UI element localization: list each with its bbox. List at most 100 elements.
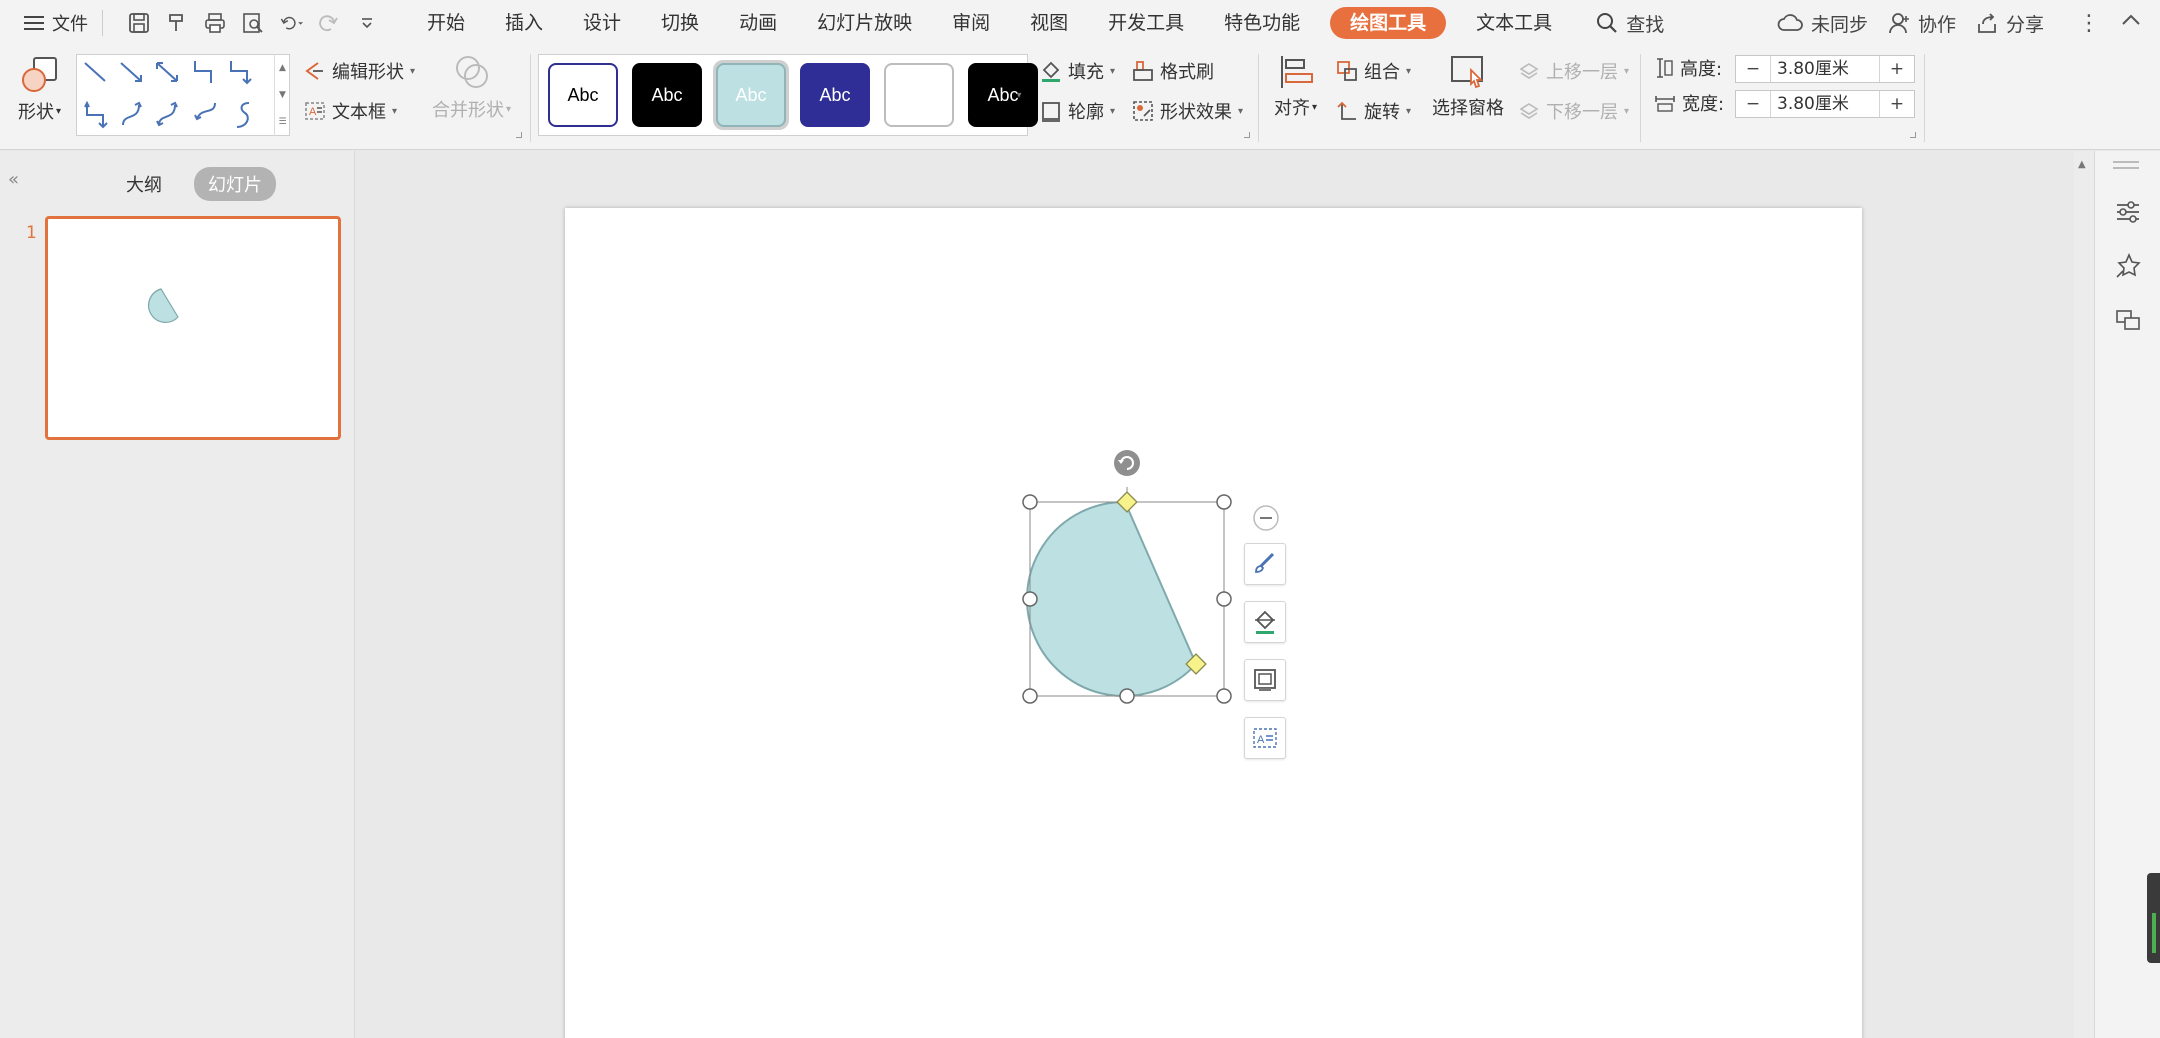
style-gallery-expand-icon[interactable]: ▾ <box>1010 54 1028 136</box>
shape-effect-button[interactable]: 形状效果 ▾ <box>1132 98 1243 124</box>
share-icon <box>1978 13 1996 33</box>
customize-dropdown-icon[interactable] <box>355 11 379 35</box>
line-shapes-gallery[interactable] <box>76 54 290 136</box>
redo-icon[interactable] <box>317 11 341 35</box>
resize-handle-bottom-left[interactable] <box>1022 688 1038 704</box>
editing-canvas[interactable]: A <box>356 151 2074 1038</box>
chord-shape[interactable] <box>1026 500 1198 697</box>
scroll-up-icon[interactable]: ▲ <box>279 63 286 73</box>
style-preset-2[interactable]: Abc <box>629 60 705 130</box>
tab-text-tools[interactable]: 文本工具 <box>1456 0 1572 46</box>
tab-slideshow[interactable]: 幻灯片放映 <box>797 0 932 46</box>
tab-outline[interactable]: 大纲 <box>112 167 176 201</box>
style-box-3: Abc <box>716 63 786 127</box>
outline-button[interactable]: 轮廓 ▾ <box>1040 98 1115 124</box>
properties-icon[interactable] <box>2115 199 2141 230</box>
expand-gallery-icon[interactable]: ☰ <box>278 117 286 127</box>
style-preset-4[interactable]: Abc <box>797 60 873 130</box>
fill-button[interactable]: 填充 ▾ <box>1040 58 1115 84</box>
width-icon <box>1655 96 1675 112</box>
fill-bucket-icon <box>1042 61 1060 82</box>
dialog-launcher-icon[interactable] <box>1244 132 1250 138</box>
style-preset-3[interactable]: Abc <box>713 60 789 130</box>
width-increase-button[interactable]: + <box>1880 94 1914 114</box>
bring-forward-icon <box>1519 63 1539 79</box>
dialog-launcher-icon[interactable] <box>516 132 522 138</box>
collapse-panel-icon[interactable]: « <box>8 169 19 190</box>
style-preset-6[interactable]: Abc <box>965 60 1041 130</box>
tab-special-features[interactable]: 特色功能 <box>1204 0 1320 46</box>
share-button[interactable]: 分享 <box>1976 10 2044 37</box>
tab-slides[interactable]: 幻灯片 <box>194 167 276 201</box>
slide-thumbnail[interactable] <box>45 216 341 440</box>
slide[interactable] <box>565 208 1862 1038</box>
style-preset-1[interactable]: Abc <box>545 60 621 130</box>
width-input[interactable]: 3.80厘米 <box>1770 91 1880 117</box>
user-icon <box>1889 13 1909 34</box>
more-options-icon[interactable]: ⋮ <box>2078 11 2100 36</box>
tab-view[interactable]: 视图 <box>1010 0 1088 46</box>
collapse-ribbon-icon[interactable] <box>2120 10 2142 37</box>
slide-switch-icon[interactable] <box>2115 307 2141 338</box>
save-icon[interactable] <box>127 11 151 35</box>
textbox-icon: A <box>1253 728 1277 748</box>
tab-drawing-tools[interactable]: 绘图工具 <box>1330 7 1447 39</box>
search-button[interactable]: 查找 <box>1596 10 1664 37</box>
style-box-2: Abc <box>632 63 702 127</box>
minus-circle-icon <box>1253 505 1279 531</box>
send-backward-button[interactable]: 下移一层 ▾ <box>1518 98 1629 124</box>
group-icon <box>1337 61 1357 81</box>
format-brush-button[interactable]: 格式刷 <box>1132 58 1214 84</box>
tab-review[interactable]: 审阅 <box>932 0 1010 46</box>
vertical-scrollbar[interactable]: ▲ <box>2074 151 2094 1038</box>
textbox-button[interactable]: A 文本框 ▾ <box>304 98 397 124</box>
tab-animation[interactable]: 动画 <box>719 0 797 46</box>
tab-developer[interactable]: 开发工具 <box>1088 0 1204 46</box>
format-painter-icon[interactable] <box>165 11 189 35</box>
height-increase-button[interactable]: + <box>1880 59 1914 79</box>
align-button[interactable]: 对齐 ▾ <box>1274 54 1317 120</box>
file-menu[interactable]: 文件 <box>0 10 88 36</box>
resize-handle-bottom[interactable] <box>1119 688 1135 704</box>
quick-textbox-button[interactable]: A <box>1244 717 1286 759</box>
tab-home[interactable]: 开始 <box>407 0 485 46</box>
search-icon <box>1597 13 1617 33</box>
undo-icon[interactable] <box>279 11 303 35</box>
resize-handle-top-right[interactable] <box>1216 494 1232 510</box>
quick-style-button[interactable] <box>1244 543 1286 585</box>
volume-widget[interactable] <box>2147 873 2160 963</box>
selection-pane-button[interactable]: 选择窗格 <box>1432 54 1504 120</box>
print-preview-icon[interactable] <box>241 11 265 35</box>
divider <box>1924 54 1925 142</box>
quick-fill-button[interactable] <box>1244 601 1286 643</box>
gallery-scroll[interactable]: ▲ ▼ ☰ <box>274 54 290 136</box>
height-input[interactable]: 3.80厘米 <box>1770 56 1880 82</box>
merge-shape-button[interactable]: 合并形状 ▾ <box>432 54 511 122</box>
animation-star-icon[interactable] <box>2115 252 2141 284</box>
bring-forward-button[interactable]: 上移一层 ▾ <box>1518 58 1629 84</box>
collapse-quick-tools-button[interactable] <box>1252 504 1280 537</box>
resize-handle-top-left[interactable] <box>1022 494 1038 510</box>
tab-insert[interactable]: 插入 <box>485 0 563 46</box>
tab-transition[interactable]: 切换 <box>641 0 719 46</box>
tab-design[interactable]: 设计 <box>563 0 641 46</box>
collaborate-button[interactable]: 协作 <box>1888 10 1956 37</box>
edit-shape-button[interactable]: 编辑形状 ▾ <box>304 58 415 84</box>
width-decrease-button[interactable]: − <box>1736 94 1770 114</box>
group-button[interactable]: 组合 ▾ <box>1336 58 1411 84</box>
resize-handle-bottom-right[interactable] <box>1216 688 1232 704</box>
sidebar-drag-handle[interactable] <box>2113 161 2139 169</box>
dialog-launcher-icon[interactable] <box>1910 132 1916 138</box>
scroll-down-icon[interactable]: ▼ <box>279 90 286 100</box>
scroll-up-icon[interactable]: ▲ <box>2078 159 2086 170</box>
resize-handle-left[interactable] <box>1022 591 1038 607</box>
shape-button[interactable]: 形状 ▾ <box>18 54 61 124</box>
rotate-button[interactable]: 旋转 ▾ <box>1336 98 1411 124</box>
print-icon[interactable] <box>203 11 227 35</box>
quick-outline-button[interactable] <box>1244 659 1286 701</box>
style-preset-5[interactable] <box>881 60 957 130</box>
height-decrease-button[interactable]: − <box>1736 59 1770 79</box>
resize-handle-right[interactable] <box>1216 591 1232 607</box>
width-label-group: 宽度: <box>1654 90 1724 116</box>
sync-status-button[interactable]: 未同步 <box>1777 10 1868 37</box>
